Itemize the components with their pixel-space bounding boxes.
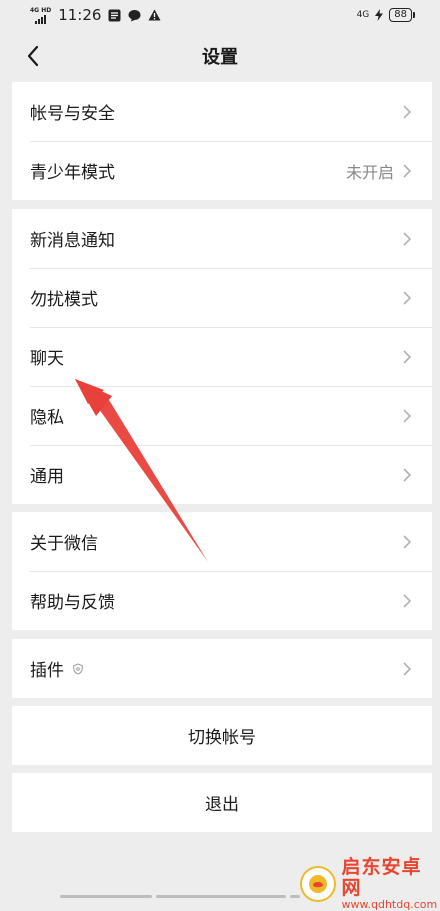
logout-card: 退出 (12, 773, 432, 832)
chevron-right-icon (403, 467, 412, 482)
settings-item-about-wechat[interactable]: 关于微信 (12, 512, 432, 571)
switch-account-button[interactable]: 切换帐号 (12, 706, 432, 765)
settings-item-label: 通用 (30, 467, 64, 487)
status-time: 11:26 (58, 6, 102, 24)
watermark-url: www.qdhtdq.com (341, 897, 438, 911)
watermark-text: 启东安卓网 www.qdhtdq.com (342, 857, 440, 911)
settings-item-label: 插件 (30, 661, 64, 681)
settings-item-label: 帮助与反馈 (30, 593, 115, 613)
chevron-right-icon (403, 593, 412, 608)
settings-item-label: 勿扰模式 (30, 290, 98, 310)
settings-group-about: 关于微信 帮助与反馈 (12, 512, 432, 630)
chevron-right-icon (403, 534, 412, 549)
network-type-label: 4G HD (30, 6, 52, 14)
settings-item-label: 青少年模式 (30, 163, 115, 183)
settings-group-general: 新消息通知 勿扰模式 聊天 隐私 通用 (12, 209, 432, 504)
cellular-signal-icon: 4G HD (30, 7, 51, 24)
battery-icon: 88 (389, 8, 415, 22)
notification-app-icon (108, 9, 121, 21)
logout-label: 退出 (205, 795, 239, 815)
chevron-right-icon (403, 349, 412, 364)
settings-item-label: 隐私 (30, 408, 64, 428)
watermark-logo: 启东安卓网 www.qdhtdq.com (300, 857, 440, 911)
chevron-right-icon (403, 290, 412, 305)
page-title: 设置 (202, 47, 238, 68)
status-bar: 4G HD 11:26 4G 88 (0, 0, 440, 30)
watermark-emblem-icon (300, 865, 336, 902)
warning-icon (148, 9, 161, 21)
home-indicator-left (60, 895, 152, 898)
chat-bubble-icon (128, 9, 141, 21)
home-indicator-right (290, 895, 300, 898)
settings-item-new-message-notification[interactable]: 新消息通知 (12, 209, 432, 268)
settings-item-general[interactable]: 通用 (12, 445, 432, 504)
signal-bars-icon (35, 14, 47, 24)
plugins-label-wrap: 插件 (30, 656, 402, 681)
teen-mode-status: 未开启 (345, 162, 394, 182)
settings-group-account: 帐号与安全 青少年模式 未开启 (12, 82, 432, 200)
home-indicator-center (156, 895, 286, 898)
switch-account-label: 切换帐号 (188, 728, 256, 748)
settings-item-privacy[interactable]: 隐私 (12, 386, 432, 445)
network-indicator: 4G (356, 10, 370, 20)
charging-bolt-icon (375, 9, 384, 21)
settings-item-label: 聊天 (30, 349, 64, 369)
settings-item-label: 帐号与安全 (30, 104, 115, 124)
back-arrow-icon[interactable] (24, 44, 44, 68)
watermark-title: 启东安卓网 (341, 856, 422, 899)
chevron-right-icon (403, 408, 412, 423)
settings-item-help-feedback[interactable]: 帮助与反馈 (12, 571, 432, 630)
status-right: 4G 88 (356, 8, 415, 22)
settings-item-do-not-disturb[interactable]: 勿扰模式 (12, 268, 432, 327)
chevron-right-icon (403, 163, 412, 178)
chevron-right-icon (403, 104, 412, 119)
logout-button[interactable]: 退出 (12, 773, 432, 832)
settings-group-plugins: 插件 (12, 639, 432, 698)
settings-item-teen-mode[interactable]: 青少年模式 未开启 (12, 141, 432, 200)
chevron-right-icon (403, 661, 412, 676)
shield-icon (72, 662, 84, 675)
settings-item-account-security[interactable]: 帐号与安全 (12, 82, 432, 141)
switch-account-card: 切换帐号 (12, 706, 432, 765)
settings-item-label: 新消息通知 (30, 231, 115, 251)
chevron-right-icon (403, 231, 412, 246)
settings-item-chat[interactable]: 聊天 (12, 327, 432, 386)
navigation-bar: 设置 (0, 30, 440, 82)
settings-item-label: 关于微信 (30, 534, 98, 554)
status-left: 4G HD 11:26 (30, 6, 161, 24)
settings-item-plugins[interactable]: 插件 (12, 639, 432, 698)
